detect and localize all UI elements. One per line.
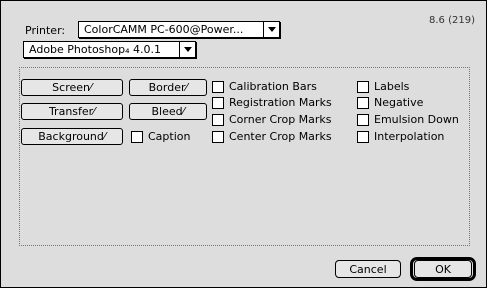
registration-marks-checkbox[interactable]: Registration Marks — [212, 96, 332, 109]
checkbox-box — [357, 113, 369, 126]
labels-checkbox[interactable]: Labels — [357, 80, 409, 93]
checkbox-label: Labels — [374, 80, 410, 93]
interpolation-checkbox[interactable]: Interpolation — [357, 130, 444, 143]
checkbox-label: Caption — [148, 130, 191, 143]
ok-button[interactable]: OK — [414, 260, 472, 278]
emulsion-down-checkbox[interactable]: Emulsion Down — [357, 113, 459, 126]
chevron-down-icon — [179, 42, 195, 57]
checkbox-box — [212, 96, 224, 109]
caption-checkbox[interactable]: Caption — [131, 130, 190, 143]
checkbox-box — [357, 96, 369, 109]
bleed-button[interactable]: Bleed⁄ — [129, 103, 207, 120]
print-options-dialog: Printer: ColorCAMM PC-600@Power... 8.6 (… — [0, 0, 487, 288]
checkbox-label: Calibration Bars — [229, 80, 317, 93]
checkbox-box — [212, 113, 224, 126]
transfer-button[interactable]: Transfer⁄ — [21, 103, 123, 120]
screen-button[interactable]: Screen⁄ — [21, 79, 123, 96]
checkbox-box — [212, 130, 224, 143]
checkbox-label: Center Crop Marks — [229, 130, 332, 143]
border-button[interactable]: Border⁄ — [129, 79, 207, 96]
checkbox-box — [131, 130, 143, 143]
section-value: Adobe Photoshop₄ 4.0.1 — [29, 43, 161, 56]
checkbox-label: Corner Crop Marks — [229, 113, 332, 126]
cancel-button[interactable]: Cancel — [335, 260, 401, 278]
checkbox-label: Registration Marks — [229, 96, 332, 109]
printer-popup[interactable]: ColorCAMM PC-600@Power... — [78, 21, 280, 38]
printer-value: ColorCAMM PC-600@Power... — [84, 23, 244, 36]
checkbox-label: Interpolation — [374, 130, 445, 143]
negative-checkbox[interactable]: Negative — [357, 96, 423, 109]
checkbox-box — [357, 80, 369, 93]
section-popup[interactable]: Adobe Photoshop₄ 4.0.1 — [23, 41, 196, 58]
checkbox-label: Negative — [374, 96, 424, 109]
checkbox-box — [357, 130, 369, 143]
center-crop-marks-checkbox[interactable]: Center Crop Marks — [212, 130, 332, 143]
printer-label: Printer: — [25, 24, 66, 37]
corner-crop-marks-checkbox[interactable]: Corner Crop Marks — [212, 113, 332, 126]
background-button[interactable]: Background⁄ — [21, 128, 123, 145]
checkbox-box — [212, 80, 224, 93]
chevron-down-icon — [263, 22, 279, 37]
calibration-bars-checkbox[interactable]: Calibration Bars — [212, 80, 317, 93]
checkbox-label: Emulsion Down — [374, 113, 459, 126]
version-label: 8.6 (219) — [429, 15, 475, 26]
